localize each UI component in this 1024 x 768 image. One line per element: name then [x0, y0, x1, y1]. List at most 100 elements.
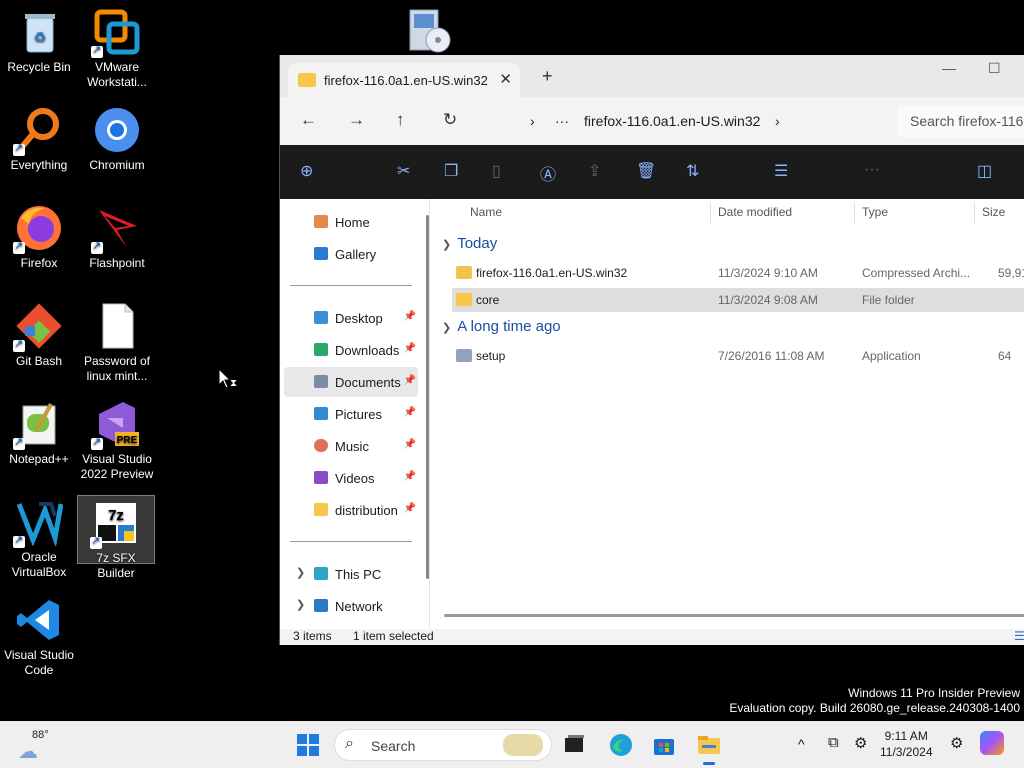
- details-view-icon[interactable]: ☰: [1014, 629, 1024, 643]
- group-header-today[interactable]: ❯ Today: [442, 235, 497, 252]
- breadcrumb-overflow-button[interactable]: ···: [555, 113, 569, 129]
- clock[interactable]: 9:11 AM 11/3/2024: [880, 728, 933, 760]
- file-row[interactable]: core 11/3/2024 9:08 AM File folder: [452, 288, 1024, 312]
- desktop-icon-virtualbox[interactable]: Oracle VirtualBox: [0, 498, 78, 580]
- breadcrumb-end-chevron-icon[interactable]: ›: [775, 113, 780, 129]
- more-options-icon[interactable]: ···: [864, 161, 880, 179]
- breadcrumb[interactable]: › ··· firefox-116.0a1.en-US.win32 ›: [475, 105, 887, 137]
- desktop-icon-git-bash[interactable]: Git Bash: [0, 302, 78, 369]
- nav-item-music[interactable]: Music 📌: [284, 431, 418, 461]
- nav-item-distribution[interactable]: distribution 📌: [284, 495, 418, 525]
- paste-icon[interactable]: ▯: [492, 161, 501, 181]
- column-header-date[interactable]: Date modified: [718, 205, 792, 219]
- up-button[interactable]: ↑: [396, 110, 405, 130]
- copilot-icon[interactable]: [980, 731, 1004, 755]
- share-icon[interactable]: ⇪: [588, 161, 601, 181]
- nav-item-gallery[interactable]: Gallery: [284, 239, 418, 269]
- desktop-icon-password-file[interactable]: Password of linux mint...: [78, 302, 156, 384]
- git-bash-icon: [13, 302, 63, 352]
- notification-icon[interactable]: ⚙: [950, 734, 963, 752]
- start-button[interactable]: [296, 733, 320, 757]
- search-box[interactable]: Search firefox-116...: [898, 105, 1024, 137]
- desktop-icon-label: Visual Studio 2022 Preview: [80, 452, 154, 481]
- back-button[interactable]: ←: [300, 110, 317, 130]
- new-tab-button[interactable]: +: [542, 66, 553, 87]
- close-tab-button[interactable]: ✕: [499, 70, 512, 88]
- nav-divider: [290, 541, 412, 542]
- desktop-icon-firefox[interactable]: Firefox: [0, 204, 78, 271]
- network-status-icon[interactable]: ⚙: [854, 734, 867, 752]
- windows-watermark-line1: Windows 11 Pro Insider Preview: [848, 686, 1020, 700]
- desktop-icon-vmware[interactable]: VMware Workstati...: [78, 8, 156, 90]
- copy-icon[interactable]: ❐: [444, 161, 458, 181]
- installer-disc-icon[interactable]: [404, 4, 454, 54]
- breadcrumb-folder[interactable]: firefox-116.0a1.en-US.win32: [584, 113, 760, 129]
- refresh-button[interactable]: ↻: [443, 110, 457, 130]
- weather-cloud-icon: ☁: [18, 741, 38, 763]
- flashpoint-icon: [91, 204, 141, 254]
- windows-watermark-line2: Evaluation copy. Build 26080.ge_release.…: [729, 701, 1020, 715]
- 7z-sfx-builder-icon: 7z: [90, 499, 140, 549]
- file-name: setup: [476, 349, 506, 363]
- nav-item-pictures[interactable]: Pictures 📌: [284, 399, 418, 429]
- expand-chevron-icon[interactable]: ❯: [296, 566, 305, 579]
- nav-item-desktop[interactable]: Desktop 📌: [284, 303, 418, 333]
- nav-scrollbar[interactable]: [426, 215, 429, 579]
- nav-item-home[interactable]: Home: [284, 207, 418, 237]
- shortcut-arrow-icon: [13, 141, 25, 156]
- file-explorer-taskbar-icon[interactable]: [697, 733, 721, 757]
- desktop-icon-7z-sfx-builder[interactable]: 7z 7z SFX Builder: [77, 495, 155, 580]
- minimize-button[interactable]: —: [942, 60, 956, 76]
- application-icon: [456, 349, 472, 362]
- desktop-icon-vscode[interactable]: Visual Studio Code: [0, 596, 78, 678]
- column-header-size[interactable]: Size: [982, 205, 1005, 219]
- edge-icon[interactable]: [609, 733, 633, 757]
- column-divider[interactable]: [710, 203, 711, 223]
- desktop-icon-visual-studio-2022[interactable]: PRE Visual Studio 2022 Preview: [78, 400, 156, 482]
- view-icon[interactable]: ☰: [774, 161, 788, 181]
- explorer-tab[interactable]: firefox-116.0a1.en-US.win32 ✕: [288, 63, 520, 97]
- weather-widget[interactable]: 88° ☁: [18, 727, 68, 763]
- nav-item-network[interactable]: ❯ Network: [284, 591, 418, 621]
- svg-text:♻: ♻: [34, 29, 47, 45]
- rename-icon[interactable]: Ⓐ: [540, 161, 556, 185]
- column-divider[interactable]: [854, 203, 855, 223]
- column-header-type[interactable]: Type: [862, 205, 888, 219]
- nav-item-this-pc[interactable]: ❯ This PC: [284, 559, 418, 589]
- desktop-icon-flashpoint[interactable]: Flashpoint: [78, 204, 156, 271]
- desktop-icon-chromium[interactable]: Chromium: [78, 106, 156, 173]
- nav-item-downloads[interactable]: Downloads 📌: [284, 335, 418, 365]
- pin-icon: 📌: [403, 439, 416, 450]
- display-icon[interactable]: ⧉: [828, 734, 839, 751]
- desktop-icon-notepadpp[interactable]: Notepad++: [0, 400, 78, 467]
- pin-icon: 📌: [403, 343, 416, 354]
- desktop-icon-everything[interactable]: Everything: [0, 106, 78, 173]
- desktop-icon-label: Recycle Bin: [7, 60, 71, 74]
- microsoft-store-icon[interactable]: [652, 733, 676, 757]
- new-item-icon[interactable]: ⊕: [300, 161, 313, 181]
- column-divider[interactable]: [974, 203, 975, 223]
- details-pane-icon[interactable]: ◫: [977, 161, 992, 181]
- horizontal-scrollbar[interactable]: [444, 614, 1024, 617]
- group-header-long-ago[interactable]: ❯ A long time ago: [442, 318, 561, 335]
- maximize-button[interactable]: ☐: [988, 60, 1001, 77]
- file-row[interactable]: setup 7/26/2016 11:08 AM Application 64: [452, 344, 1024, 368]
- cut-icon[interactable]: ✂: [397, 161, 410, 181]
- sort-icon[interactable]: ⇅: [686, 161, 699, 181]
- expand-chevron-icon[interactable]: ❯: [296, 598, 305, 611]
- desktop-icon-recycle-bin[interactable]: ♻ Recycle Bin: [0, 8, 78, 75]
- column-header-name[interactable]: Name: [470, 205, 502, 219]
- desktop-icon-label: Notepad++: [9, 452, 69, 466]
- delete-icon[interactable]: 🗑: [636, 161, 656, 181]
- taskbar-search[interactable]: ⌕ Search: [334, 729, 552, 761]
- tray-overflow-chevron-icon[interactable]: ^: [798, 736, 805, 752]
- nav-divider: [290, 285, 412, 286]
- forward-button[interactable]: →: [348, 110, 365, 130]
- explorer-body: Home Gallery Desktop 📌 Downloads 📌 Docum…: [280, 199, 1024, 629]
- file-row[interactable]: firefox-116.0a1.en-US.win32 11/3/2024 9:…: [452, 261, 1024, 285]
- nav-item-videos[interactable]: Videos 📌: [284, 463, 418, 493]
- nav-item-documents[interactable]: Documents 📌: [284, 367, 418, 397]
- clock-date: 11/3/2024: [880, 745, 933, 759]
- task-view-icon[interactable]: [562, 733, 586, 757]
- search-highlight-icon: [503, 734, 543, 756]
